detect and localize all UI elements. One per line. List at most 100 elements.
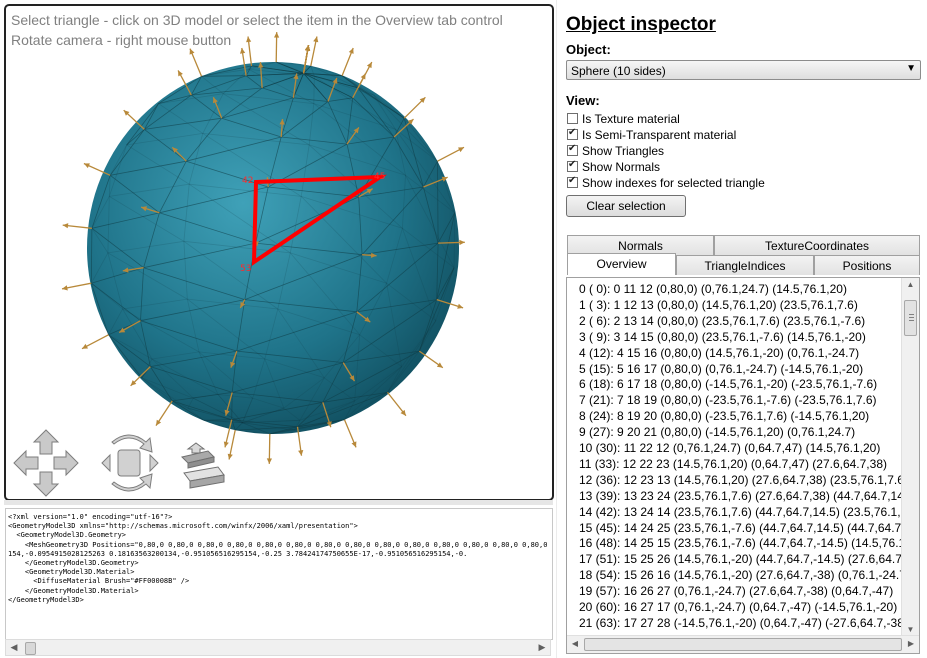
list-item[interactable]: 10 (30): 11 22 12 (0,76.1,24.7) (0,64.7,… [579,441,880,455]
move-arrows-icon[interactable] [13,429,79,497]
viewport-3d[interactable]: 42 45 53 Select triangle - click on 3D m… [4,4,554,501]
xaml-horizontal-scrollbar[interactable]: ◀ ▶ [5,639,551,656]
checkbox-label: Is Texture material [582,111,680,126]
scroll-thumb[interactable] [25,642,36,655]
list-item[interactable]: 3 ( 9): 3 14 15 (0,80,0) (23.5,76.1,-7.6… [579,330,866,344]
list-item[interactable]: 13 (39): 13 23 24 (23.5,76.1,7.6) (27.6,… [579,489,918,503]
scroll-right-arrow-icon[interactable]: ▶ [534,640,550,655]
checkbox-box[interactable] [567,127,578,140]
xaml-line: 154,-0.0954915028125263 0.18163563200134… [8,549,468,558]
checkbox-box[interactable] [567,143,578,156]
checkbox-label: Is Semi-Transparent material [582,127,737,142]
view-label: View: [566,93,600,108]
normal-arrowhead [305,45,311,51]
hint-select-triangle: Select triangle - click on 3D model or s… [11,12,503,28]
normal-arrowhead [227,453,233,460]
clear-selection-button[interactable]: Clear selection [566,195,686,217]
tab-positions[interactable]: Positions [814,255,920,275]
normal-arrowhead [459,239,465,246]
checkbox-label: Show Triangles [582,143,665,158]
tab-triangle-indices[interactable]: TriangleIndices [676,255,814,275]
list-item[interactable]: 4 (12): 4 15 16 (0,80,0) (14.5,76.1,-20)… [579,346,859,360]
zoom-slabs-icon[interactable] [181,442,225,489]
list-item[interactable]: 16 (48): 14 25 15 (23.5,76.1,-7.6) (44.7… [579,536,919,550]
list-item[interactable]: 20 (60): 16 27 17 (0,76.1,-24.7) (0,64.7… [579,600,897,614]
tab-overview[interactable]: Overview [567,253,676,275]
normal-arrowhead [62,285,68,291]
scroll-right-arrow-icon[interactable]: ▶ [903,636,919,652]
grip-line [909,320,914,321]
object-select-value: Sphere (10 sides) [571,64,666,78]
checkbox-show-normals[interactable]: Show Normals [567,159,660,174]
vertex-label-a: 42 [242,176,253,186]
list-item[interactable]: 6 (18): 6 17 18 (0,80,0) (-14.5,76.1,-20… [579,377,877,391]
inspector-title: Object inspector [566,14,716,35]
list-item[interactable]: 5 (15): 5 16 17 (0,80,0) (0,76.1,-24.7) … [579,362,863,376]
tab-normals[interactable]: Normals [567,235,714,255]
scroll-thumb[interactable] [584,638,902,651]
list-item[interactable]: 0 ( 0): 0 11 12 (0,80,0) (0,76.1,24.7) (… [579,282,847,296]
checkbox-semi-transparent[interactable]: Is Semi-Transparent material [567,127,736,142]
normal-arrowhead [240,48,246,54]
list-item[interactable]: 18 (54): 15 26 16 (14.5,76.1,-20) (27.6,… [579,568,910,582]
sphere-scene[interactable]: 42 45 53 [6,6,552,499]
scroll-left-arrow-icon[interactable]: ◀ [567,636,583,652]
object-label: Object: [566,42,611,57]
list-item[interactable]: 8 (24): 8 19 20 (0,80,0) (-23.5,76.1,7.6… [579,409,869,423]
list-item[interactable]: 17 (51): 15 25 26 (14.5,76.1,-20) (44.7,… [579,552,919,566]
xaml-line: </GeometryModel3D.Material> [24,586,139,595]
mesh-edge [231,392,233,420]
normal-arrowhead [436,362,443,368]
list-item[interactable]: 21 (63): 17 27 28 (-14.5,76.1,-20) (0,64… [579,616,908,630]
checkbox-label: Show indexes for selected triangle [582,175,765,190]
list-item[interactable]: 9 (27): 9 20 21 (0,80,0) (-14.5,76.1,20)… [579,425,855,439]
xaml-code: <?xml version="1.0" encoding="utf-16"?> … [6,509,552,609]
hint-rotate-camera: Rotate camera - right mouse button [11,32,232,48]
scroll-up-arrow-icon[interactable]: ▲ [902,278,919,292]
xaml-line: </GeometryModel3D> [8,595,84,604]
scroll-thumb[interactable] [904,300,917,336]
checkbox-show-triangles[interactable]: Show Triangles [567,143,664,158]
overview-horizontal-scrollbar[interactable]: ◀ ▶ [567,635,919,653]
list-item[interactable]: 15 (45): 14 24 25 (23.5,76.1,-7.6) (44.7… [579,521,919,535]
xaml-line: </GeometryModel3D.Geometry> [24,559,139,568]
horizontal-splitter[interactable] [4,500,553,505]
vertex-label-b: 45 [374,172,385,182]
checkbox-label: Show Normals [582,159,661,174]
normal-arrowhead [298,450,304,456]
xaml-line: <GeometryModel3D.Geometry> [16,531,127,540]
checkbox-show-indexes[interactable]: Show indexes for selected triangle [567,175,765,190]
checkbox-box[interactable] [567,159,578,172]
vertical-splitter[interactable] [556,0,557,658]
xaml-line: <GeometryModel3D.Material> [24,568,135,577]
checkbox-box[interactable] [567,113,578,124]
chevron-down-icon[interactable]: ▼ [906,63,916,74]
xaml-text-area[interactable]: <?xml version="1.0" encoding="utf-16"?> … [5,508,553,640]
list-item[interactable]: 12 (36): 12 23 13 (14.5,76.1,20) (27.6,6… [579,473,908,487]
list-item[interactable]: 19 (57): 16 26 27 (0,76.1,-24.7) (27.6,6… [579,584,893,598]
grip-line [909,314,914,315]
normal-arrowhead [313,36,319,43]
list-item[interactable]: 7 (21): 7 18 19 (0,80,0) (-23.5,76.1,-7.… [579,393,877,407]
xaml-line: <MeshGeometry3D Positions="0,80,0 0,80,0… [24,540,552,549]
object-select[interactable]: Sphere (10 sides) ▼ [566,60,921,80]
xaml-line: <DiffuseMaterial Brush="#FF00008B" /> [33,577,190,586]
scroll-left-arrow-icon[interactable]: ◀ [6,640,22,655]
vertex-label-c: 53 [240,264,251,274]
list-item[interactable]: 1 ( 3): 1 12 13 (0,80,0) (14.5,76.1,20) … [579,298,858,312]
xaml-line: <?xml version="1.0" encoding="utf-16"?> [8,513,173,521]
grip-line [909,317,914,318]
list-item[interactable]: 11 (33): 12 22 23 (14.5,76.1,20) (0,64.7… [579,457,887,471]
overview-vertical-scrollbar[interactable]: ▲ ▼ [901,278,919,637]
list-item[interactable]: 2 ( 6): 2 13 14 (0,80,0) (23.5,76.1,7.6)… [579,314,865,328]
xaml-line: <GeometryModel3D xmlns="http://schemas.m… [8,522,358,531]
mesh-edge [313,76,315,104]
overview-list[interactable]: 0 ( 0): 0 11 12 (0,80,0) (0,76.1,24.7) (… [566,277,920,654]
rotate-arrows-icon[interactable] [101,434,159,492]
normal-arrowhead [266,458,272,464]
list-item[interactable]: 14 (42): 13 24 14 (23.5,76.1,7.6) (44.7,… [579,505,919,519]
normal-arrowhead [274,32,280,38]
checkbox-box[interactable] [567,175,578,188]
tab-texture-coordinates[interactable]: TextureCoordinates [714,235,920,255]
checkbox-texture-material[interactable]: Is Texture material [567,111,680,126]
